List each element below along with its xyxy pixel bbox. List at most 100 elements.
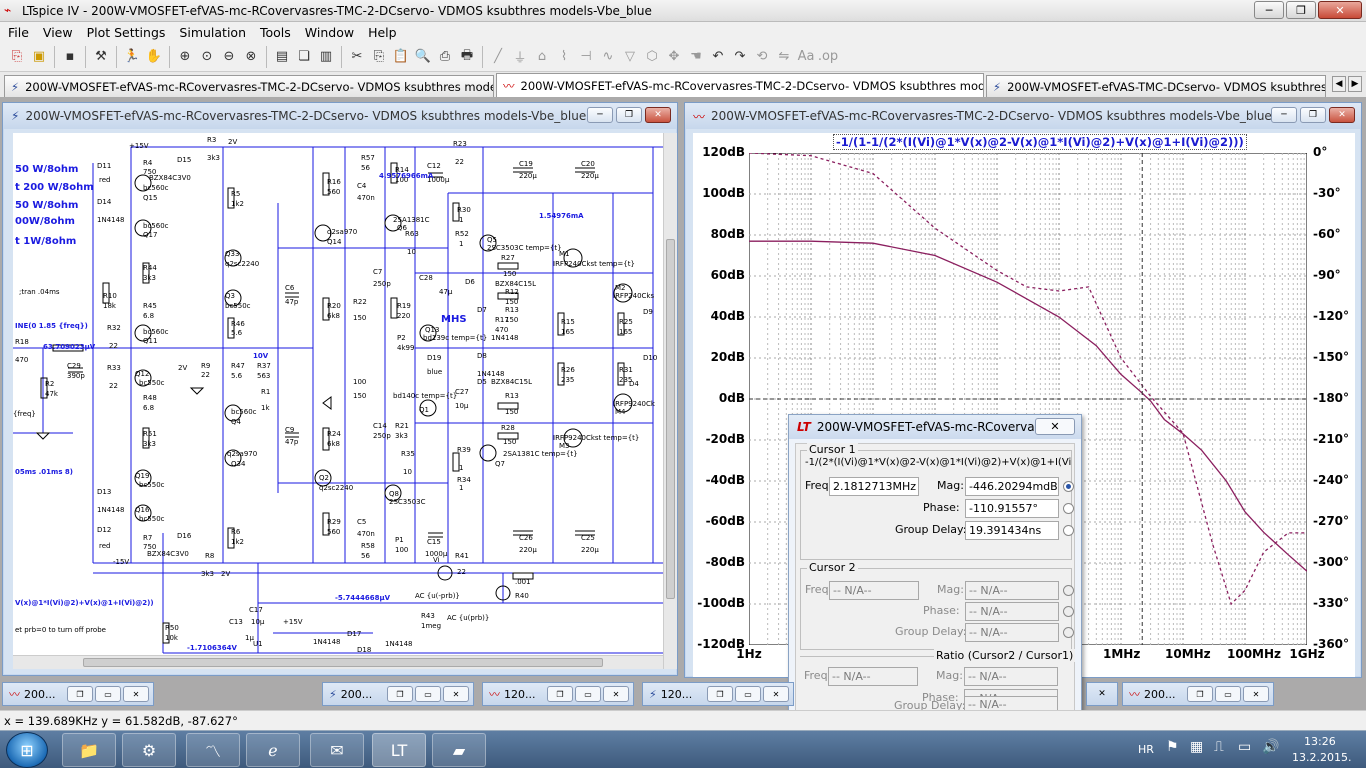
- explorer-icon[interactable]: 📁: [62, 733, 116, 767]
- tray-monitor-icon[interactable]: ▭: [1238, 739, 1251, 755]
- spice-directive-icon[interactable]: .op: [818, 47, 838, 67]
- minimize-button[interactable]: ─: [1254, 1, 1284, 19]
- draw-wire-icon[interactable]: ╱: [488, 47, 508, 67]
- menu-window[interactable]: Window: [305, 25, 354, 40]
- tab-scroll-right-icon[interactable]: ▶: [1348, 76, 1362, 92]
- zoom-pan-icon[interactable]: ⊙: [197, 47, 217, 67]
- schematic-close-button[interactable]: ✕: [645, 107, 671, 123]
- menu-view[interactable]: View: [43, 25, 73, 40]
- cascade-icon[interactable]: ❏: [294, 47, 314, 67]
- notepad-icon[interactable]: ▰: [432, 733, 486, 767]
- tray-network-icon[interactable]: ▦: [1190, 739, 1203, 755]
- language-indicator[interactable]: HR: [1138, 743, 1154, 756]
- zoom-fit-icon[interactable]: ⊗: [241, 47, 261, 67]
- ratio-mag-field[interactable]: -- N/A--: [964, 667, 1058, 686]
- menu-help[interactable]: Help: [368, 25, 397, 40]
- save-icon[interactable]: ▪: [60, 47, 80, 67]
- schematic-maximize-button[interactable]: ❐: [616, 107, 642, 123]
- maximize-button[interactable]: ❐: [1286, 1, 1316, 19]
- capacitor-icon[interactable]: ⊣: [576, 47, 596, 67]
- drag-icon[interactable]: ☚: [686, 47, 706, 67]
- minimized-window[interactable]: 〰 120... ❐ ▭ ✕: [482, 682, 634, 706]
- ratio-freq-field[interactable]: -- N/A--: [828, 667, 918, 686]
- mail-icon[interactable]: ✉: [310, 733, 364, 767]
- maximize-button[interactable]: ▭: [415, 686, 441, 702]
- close-icon[interactable]: ✕: [443, 686, 469, 702]
- maximize-button[interactable]: ▭: [95, 686, 121, 702]
- redo-icon[interactable]: ↷: [730, 47, 750, 67]
- schematic-canvas[interactable]: 50 W/8ohm t 200 W/8ohm 50 W/8ohm 00W/8ohm t …: [13, 133, 663, 655]
- print-setup-icon[interactable]: ⎙: [435, 47, 455, 67]
- open-folder-icon[interactable]: ▣: [29, 47, 49, 67]
- cursor-dialog-close-button[interactable]: ✕: [1035, 418, 1075, 435]
- paste-icon[interactable]: 📋: [391, 47, 411, 67]
- cursor1-phase-field[interactable]: -110.91557°: [965, 499, 1059, 518]
- control-panel-icon[interactable]: ⚒: [91, 47, 111, 67]
- mag-radio[interactable]: [1063, 481, 1074, 492]
- cursor2-mag-field[interactable]: -- N/A--: [965, 581, 1059, 600]
- text-icon[interactable]: Aa: [796, 47, 816, 67]
- tab-schematic-1[interactable]: ⚡ 200W-VMOSFET-efVAS-mc-RCovervasres-TMC…: [4, 75, 494, 97]
- tab-scroll-left-icon[interactable]: ◀: [1332, 76, 1346, 92]
- resistor-icon[interactable]: ⌇: [554, 47, 574, 67]
- zoom-out-icon[interactable]: ⊖: [219, 47, 239, 67]
- minimized-window[interactable]: 〰 200... ❐ ▭ ✕: [2, 682, 154, 706]
- restore-button[interactable]: ❐: [1187, 686, 1213, 702]
- close-icon[interactable]: ✕: [123, 686, 149, 702]
- menu-tools[interactable]: Tools: [260, 25, 291, 40]
- phase-radio[interactable]: [1063, 503, 1074, 514]
- open-file-icon[interactable]: ⎘: [7, 47, 27, 67]
- minimized-window[interactable]: ⚡ 120... ❐ ▭ ✕: [642, 682, 794, 706]
- plot-minimize-button[interactable]: ─: [1271, 107, 1297, 123]
- plot-maximize-button[interactable]: ❐: [1300, 107, 1326, 123]
- plot-close-button[interactable]: ✕: [1329, 107, 1355, 123]
- cursor2-group-delay-field[interactable]: -- N/A--: [965, 623, 1059, 642]
- halt-icon[interactable]: ✋: [144, 47, 164, 67]
- scrollbar-thumb[interactable]: [666, 239, 675, 599]
- maximize-button[interactable]: ▭: [735, 686, 761, 702]
- cut-icon[interactable]: ✂: [347, 47, 367, 67]
- schematic-minimize-button[interactable]: ─: [587, 107, 613, 123]
- close-button[interactable]: ✕: [1318, 1, 1362, 19]
- minimized-close-icon[interactable]: ✕: [1086, 682, 1118, 706]
- restore-button[interactable]: ❐: [547, 686, 573, 702]
- tile-horizontal-icon[interactable]: ▤: [272, 47, 292, 67]
- schematic-vertical-scrollbar[interactable]: [663, 133, 677, 669]
- restore-button[interactable]: ❐: [67, 686, 93, 702]
- diode-icon[interactable]: ▽: [620, 47, 640, 67]
- menu-file[interactable]: File: [8, 25, 29, 40]
- schematic-horizontal-scrollbar[interactable]: [13, 655, 663, 669]
- minimized-window[interactable]: ⚡ 200... ❐ ▭ ✕: [322, 682, 474, 706]
- maximize-button[interactable]: ▭: [575, 686, 601, 702]
- cursor1-group-delay-field[interactable]: 19.391434ns: [965, 521, 1059, 540]
- run-icon[interactable]: 🏃: [122, 47, 142, 67]
- minimized-window[interactable]: 〰 200... ❐ ▭ ✕: [1122, 682, 1274, 706]
- inductor-icon[interactable]: ∿: [598, 47, 618, 67]
- ltspice-taskbar-icon[interactable]: LT: [372, 733, 426, 767]
- component-icon[interactable]: ⬡: [642, 47, 662, 67]
- cursor1-mag-field[interactable]: -446.20294mdB: [965, 477, 1059, 496]
- cursor2-group-delay-radio[interactable]: [1063, 627, 1074, 638]
- clock-date[interactable]: 13.2.2015.: [1292, 751, 1351, 764]
- menu-simulation[interactable]: Simulation: [179, 25, 246, 40]
- cursor2-phase-radio[interactable]: [1063, 606, 1074, 617]
- print-icon[interactable]: 🖶: [457, 47, 477, 67]
- label-net-icon[interactable]: ⌂: [532, 47, 552, 67]
- cursor2-phase-field[interactable]: -- N/A--: [965, 602, 1059, 621]
- close-icon[interactable]: ✕: [1243, 686, 1269, 702]
- undo-icon[interactable]: ↶: [708, 47, 728, 67]
- cursor2-freq-field[interactable]: -- N/A--: [829, 581, 919, 600]
- tray-usb-icon[interactable]: ⎍: [1214, 739, 1224, 755]
- scrollbar-thumb[interactable]: [83, 658, 603, 667]
- oscilloscope-icon[interactable]: 〽: [186, 733, 240, 767]
- restore-button[interactable]: ❐: [387, 686, 413, 702]
- group-delay-radio[interactable]: [1063, 525, 1074, 536]
- cursor1-freq-field[interactable]: 2.1812713MHz: [829, 477, 919, 496]
- tile-vertical-icon[interactable]: ▥: [316, 47, 336, 67]
- cursor2-mag-radio[interactable]: [1063, 585, 1074, 596]
- copy-icon[interactable]: ⎘: [369, 47, 389, 67]
- start-button[interactable]: ⊞: [6, 732, 48, 768]
- rotate-icon[interactable]: ⟲: [752, 47, 772, 67]
- tab-schematic-2[interactable]: ⚡ 200W-VMOSFET-efVAS-TMC-DCservo- VDMOS …: [986, 75, 1326, 97]
- close-icon[interactable]: ✕: [603, 686, 629, 702]
